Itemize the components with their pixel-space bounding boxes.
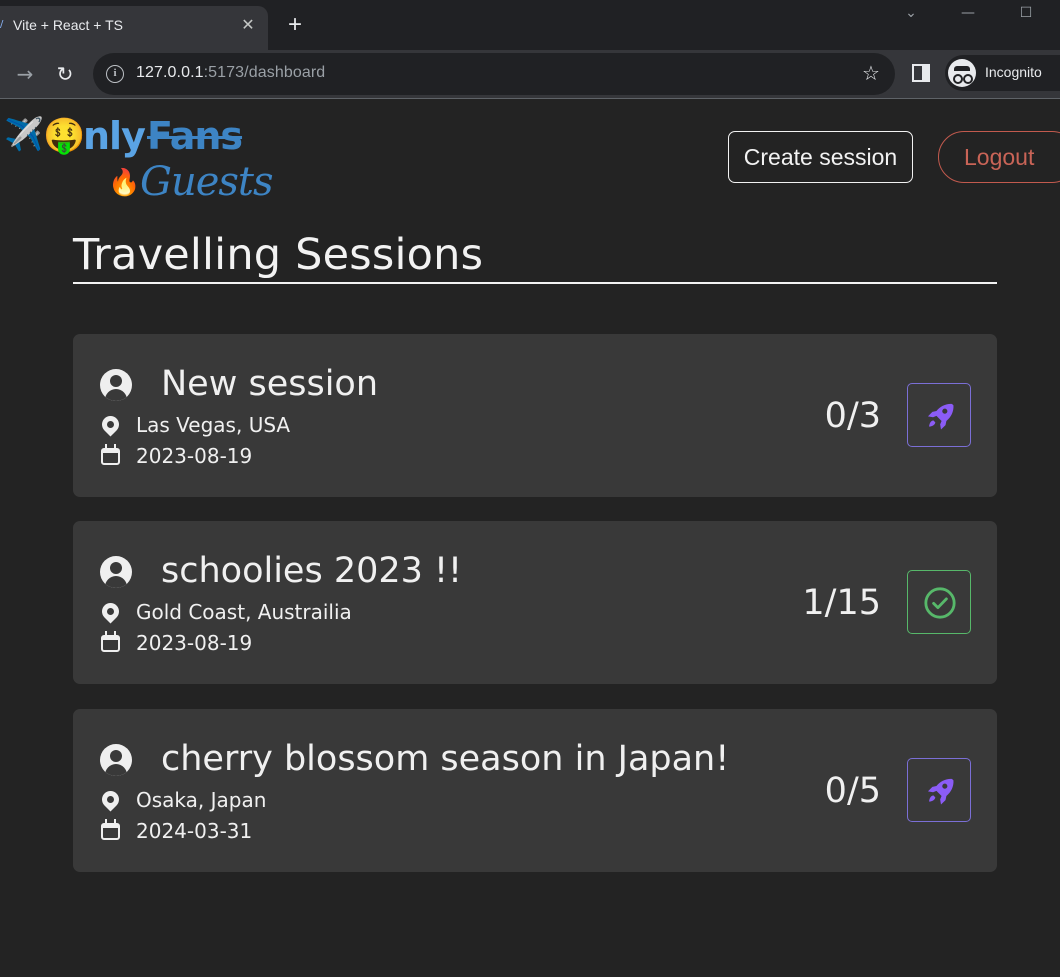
session-date: 2023-08-19 (136, 444, 253, 468)
logo-text-nly: nly (83, 114, 146, 158)
logo-text-fans-struck: Fans (147, 114, 243, 158)
session-location: Las Vegas, USA (136, 413, 291, 437)
bookmark-star-icon[interactable]: ☆ (859, 61, 883, 85)
session-title: New session (161, 364, 379, 404)
session-guest-count: 0/5 (824, 771, 881, 811)
tab-title: Vite + React + TS (13, 17, 123, 33)
maximize-icon[interactable]: ☐ (1013, 2, 1039, 24)
launch-session-button[interactable] (907, 383, 971, 447)
url-host: 127.0.0.1 (136, 64, 204, 81)
check-circle-icon (924, 587, 956, 619)
browser-toolbar: → ↻ i 127.0.0.1:5173/dashboard ☆ Incogni… (0, 50, 1060, 99)
page-title: Travelling Sessions (73, 230, 484, 280)
logo-text-guests: Guests (140, 159, 274, 205)
session-guest-count: 0/3 (824, 396, 881, 436)
create-session-button[interactable]: Create session (728, 131, 913, 183)
session-date: 2024-03-31 (136, 819, 253, 843)
launch-session-button[interactable] (907, 758, 971, 822)
session-date: 2023-08-19 (136, 631, 253, 655)
location-pin-icon (98, 787, 123, 812)
rocket-icon (927, 403, 954, 430)
calendar-icon (101, 819, 120, 840)
user-circle-icon (100, 744, 132, 776)
incognito-label: Incognito (985, 64, 1042, 80)
url-text[interactable]: 127.0.0.1:5173/dashboard (136, 64, 325, 82)
title-underline (73, 282, 997, 284)
session-card[interactable]: schoolies 2023 !! Gold Coast, Austrailia… (73, 521, 997, 684)
calendar-icon (101, 631, 120, 652)
vite-favicon-icon: / (0, 19, 4, 30)
reload-icon[interactable]: ↻ (52, 61, 78, 87)
session-title: schoolies 2023 !! (161, 551, 463, 591)
tab-close-icon[interactable]: ✕ (236, 13, 260, 37)
logo-money-face-emoji: 🤑 (43, 116, 86, 156)
minimize-icon[interactable]: — (955, 2, 981, 24)
user-circle-icon (100, 369, 132, 401)
logout-button[interactable]: Logout (938, 131, 1060, 183)
incognito-profile-button[interactable]: Incognito (945, 55, 1060, 91)
session-location: Osaka, Japan (136, 788, 267, 812)
tab-search-chevron-icon[interactable]: ⌄ (898, 2, 924, 24)
location-pin-icon (98, 599, 123, 624)
logo-fire-emoji: 🔥 (108, 168, 141, 198)
incognito-icon (948, 59, 976, 87)
browser-tab[interactable]: / Vite + React + TS ✕ (0, 6, 268, 50)
side-panel-icon[interactable] (912, 64, 930, 82)
calendar-icon (101, 444, 120, 465)
logo-airplane-emoji: ✈️ (4, 115, 44, 153)
rocket-icon (927, 778, 954, 805)
session-card[interactable]: New session Las Vegas, USA 2023-08-19 0/… (73, 334, 997, 497)
browser-titlebar: / Vite + React + TS ✕ + ⌄ — ☐ (0, 0, 1060, 50)
session-guest-count: 1/15 (802, 583, 881, 623)
location-pin-icon (98, 412, 123, 437)
session-title: cherry blossom season in Japan! (161, 739, 730, 779)
address-bar[interactable]: i 127.0.0.1:5173/dashboard ☆ (93, 53, 895, 95)
url-path: :5173/dashboard (203, 64, 326, 81)
app-logo[interactable]: ✈️ 🤑 nly Fans 🔥 Guests (0, 108, 280, 208)
new-tab-button[interactable]: + (282, 12, 308, 38)
site-info-icon[interactable]: i (106, 65, 124, 83)
joined-session-button[interactable] (907, 570, 971, 634)
session-location: Gold Coast, Austrailia (136, 600, 352, 624)
user-circle-icon (100, 556, 132, 588)
session-card[interactable]: cherry blossom season in Japan! Osaka, J… (73, 709, 997, 872)
forward-arrow-icon[interactable]: → (12, 61, 38, 87)
